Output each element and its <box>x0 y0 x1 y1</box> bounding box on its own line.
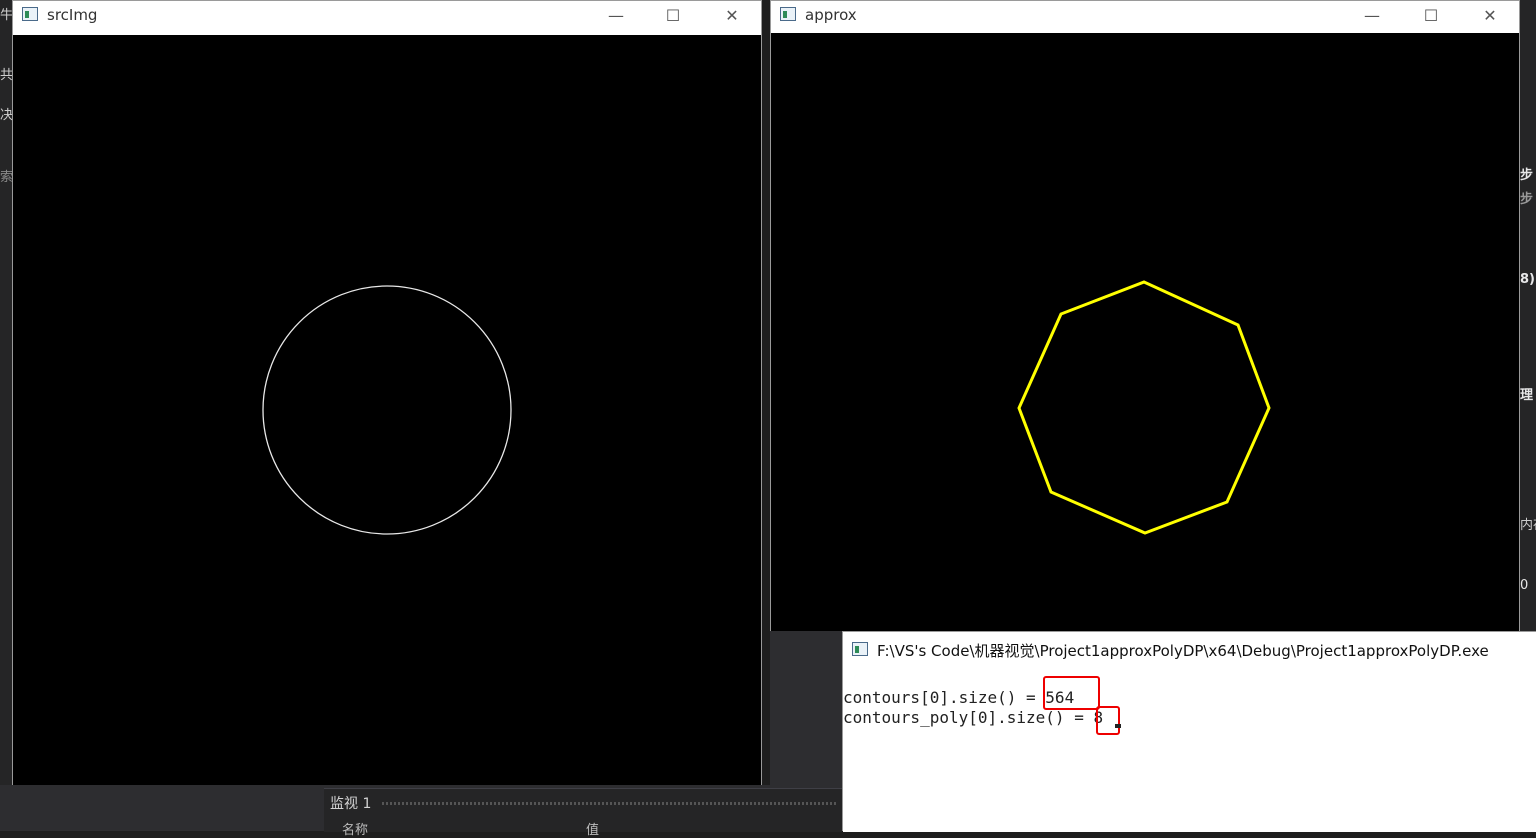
approx-octagon <box>1017 280 1271 535</box>
ide-right-strip: 步 步 8) 理 内存 0 <box>1520 0 1536 631</box>
approx-drawing <box>1017 280 1271 535</box>
right-fragment: 步 <box>1520 192 1534 207</box>
watch-panel[interactable]: 监视 1 名称 值 <box>324 788 842 838</box>
approx-canvas <box>771 33 1519 631</box>
app-icon <box>780 7 796 21</box>
app-icon <box>22 7 38 21</box>
line-1-prefix: contours[0].size() = <box>843 688 1046 707</box>
console-title: F:\VS's Code\机器视觉\Project1approxPolyDP\x… <box>877 642 1489 660</box>
approx-titlebar[interactable]: approx — ☐ ✕ <box>771 1 1519 31</box>
watch-col-value: 值 <box>586 823 600 838</box>
console-line-2: contours_poly[0].size() = 8 <box>843 708 1103 727</box>
close-button[interactable]: ✕ <box>1467 4 1513 28</box>
right-fragment: 8) <box>1520 272 1535 287</box>
contour-circle <box>262 285 512 535</box>
srcimg-canvas <box>13 35 761 785</box>
right-fragment: 0 <box>1520 578 1529 593</box>
highlight-box-564 <box>1043 676 1100 710</box>
srcimg-window[interactable]: srcImg — ☐ ✕ <box>12 0 762 785</box>
window-title: srcImg <box>47 6 98 24</box>
srcimg-titlebar[interactable]: srcImg — ☐ ✕ <box>13 1 761 31</box>
minimize-button[interactable]: — <box>593 4 639 28</box>
srcimg-drawing <box>262 285 512 535</box>
text-cursor <box>1115 724 1121 728</box>
right-fragment: 内存 <box>1520 518 1536 533</box>
maximize-button[interactable]: ☐ <box>1408 4 1454 28</box>
watch-panel-grip[interactable] <box>382 802 837 805</box>
console-window[interactable]: F:\VS's Code\机器视觉\Project1approxPolyDP\x… <box>842 631 1536 832</box>
maximize-button[interactable]: ☐ <box>650 4 696 28</box>
window-title: approx <box>805 6 857 24</box>
console-line-1: contours[0].size() = 564 <box>843 688 1074 707</box>
line-2-prefix: contours_poly[0].size() = <box>843 708 1094 727</box>
highlight-box-8 <box>1096 706 1120 735</box>
console-icon <box>852 642 868 656</box>
watch-panel-title[interactable]: 监视 1 <box>330 793 371 813</box>
right-fragment: 步 <box>1520 168 1534 183</box>
approx-window[interactable]: approx — ☐ ✕ <box>770 0 1520 631</box>
console-output: contours[0].size() = 564 contours_poly[0… <box>843 668 1536 832</box>
minimize-button[interactable]: — <box>1349 4 1395 28</box>
right-fragment: 理 <box>1520 388 1534 403</box>
ide-left-strip: 牛 共 决 索 <box>0 0 13 831</box>
ide-mid-strip <box>762 0 770 785</box>
watch-col-name: 名称 <box>342 823 369 838</box>
close-button[interactable]: ✕ <box>709 4 755 28</box>
